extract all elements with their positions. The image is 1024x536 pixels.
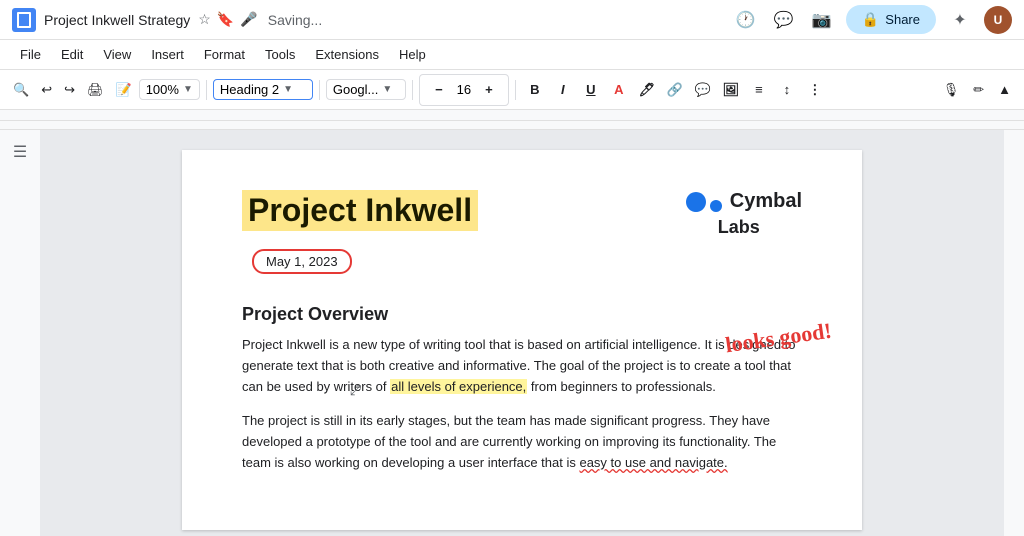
italic-btn[interactable]: I <box>550 77 576 103</box>
cymbal-name: Cymbal <box>730 190 802 213</box>
para1-end: from beginners to professionals. <box>527 379 716 394</box>
comment-btn[interactable]: 💬 <box>690 77 716 103</box>
menu-format[interactable]: Format <box>196 45 253 64</box>
doc-header: Project Inkwell May 1, 2023 Cymbal <box>242 190 802 274</box>
menu-bar: File Edit View Insert Format Tools Exten… <box>0 40 1024 70</box>
dot-small <box>710 200 722 212</box>
doc-title-section: Project Inkwell May 1, 2023 <box>242 190 478 274</box>
gemini-icon[interactable]: ✦ <box>946 6 974 34</box>
section-heading: Project Overview <box>242 304 802 325</box>
text-color-btn[interactable]: A <box>606 77 632 103</box>
font-value: Googl... <box>333 82 379 97</box>
menu-extensions[interactable]: Extensions <box>307 45 387 64</box>
menu-help[interactable]: Help <box>391 45 434 64</box>
menu-file[interactable]: File <box>12 45 49 64</box>
cymbal-logo: Cymbal Labs <box>686 190 802 238</box>
menu-view[interactable]: View <box>95 45 139 64</box>
more-btn[interactable]: ⋮ <box>802 77 828 103</box>
toolbar-right: 🎙 ✏ ▲ <box>938 78 1016 102</box>
heading-chevron: ▼ <box>283 84 293 95</box>
paragraph-1: Project Inkwell is a new type of writing… <box>242 335 802 397</box>
pencil-btn[interactable]: ✏ <box>968 78 989 102</box>
expand-icon[interactable]: ⤢ <box>350 382 361 399</box>
font-size-increase-btn[interactable]: + <box>476 77 502 103</box>
dot-large <box>686 192 706 212</box>
heading-select[interactable]: Heading 2 ▼ <box>213 79 313 100</box>
cymbal-dots <box>686 192 722 212</box>
avatar[interactable]: U <box>984 6 1012 34</box>
share-button[interactable]: 🔒 Share <box>846 5 936 34</box>
main-content: ☰ Project Inkwell May 1, 2023 <box>0 130 1024 536</box>
align-btn[interactable]: ≡ <box>746 77 772 103</box>
star-icon[interactable]: ☆ <box>198 11 211 28</box>
toolbar-separator-3 <box>412 80 413 100</box>
zoom-value: 100% <box>146 82 179 97</box>
underline-btn[interactable]: U <box>578 77 604 103</box>
camera-icon[interactable]: 📷 <box>808 6 836 34</box>
font-chevron: ▼ <box>382 84 392 95</box>
font-select[interactable]: Googl... ▼ <box>326 79 406 100</box>
search-toolbar-btn[interactable]: 🔍 <box>8 78 34 102</box>
link-btn[interactable]: 🔗 <box>662 77 688 103</box>
title-bar-icons: ☆ 🔖 🎤 Saving... <box>198 11 322 28</box>
zoom-select[interactable]: 100% ▼ <box>139 79 200 100</box>
cymbal-logo-top: Cymbal <box>686 190 802 213</box>
history-icon[interactable]: 🕐 <box>732 6 760 34</box>
ruler-line <box>0 120 1024 121</box>
toolbar-separator-1 <box>206 80 207 100</box>
voice-icon[interactable]: 🎤 <box>240 11 257 28</box>
cymbal-sub-container: Labs <box>686 217 760 238</box>
chat-icon[interactable]: 💬 <box>770 6 798 34</box>
print-btn[interactable]: 🖨 <box>82 78 109 102</box>
toolbar: 🔍 ↩ ↪ 🖨 📝 100% ▼ Heading 2 ▼ Googl... ▼ … <box>0 70 1024 110</box>
left-sidebar: ☰ <box>0 130 40 536</box>
title-bar-right: 🕐 💬 📷 🔒 Share ✦ U <box>732 5 1012 34</box>
right-sidebar <box>1004 130 1024 536</box>
cymbal-sub: Labs <box>718 217 760 237</box>
toolbar-separator-2 <box>319 80 320 100</box>
highlight-btn[interactable]: 🖊 <box>634 77 660 103</box>
bookmark-icon[interactable]: 🔖 <box>217 11 234 28</box>
zoom-chevron: ▼ <box>183 84 193 95</box>
font-size-group: − 16 + <box>419 74 509 106</box>
redo-btn[interactable]: ↪ <box>59 78 80 102</box>
bold-btn[interactable]: B <box>522 77 548 103</box>
document-area[interactable]: Project Inkwell May 1, 2023 Cymbal <box>40 130 1004 536</box>
ruler <box>0 110 1024 130</box>
paragraph-2: The project is still in its early stages… <box>242 411 802 473</box>
underlined-text: easy to use and navigate. <box>579 455 727 470</box>
doc-icon <box>12 8 36 32</box>
document-page: Project Inkwell May 1, 2023 Cymbal <box>182 150 862 530</box>
spellcheck-btn[interactable]: 📝 <box>111 78 137 102</box>
voice-input-btn[interactable]: 🎙 <box>938 78 965 102</box>
font-size-decrease-btn[interactable]: − <box>426 77 452 103</box>
image-btn[interactable]: 🖼 <box>718 77 744 103</box>
heading-value: Heading 2 <box>220 82 279 97</box>
toolbar-separator-4 <box>515 80 516 100</box>
doc-title[interactable]: Project Inkwell Strategy <box>44 12 190 28</box>
saving-indicator: Saving... <box>268 12 322 28</box>
lock-icon: 🔒 <box>862 11 879 28</box>
highlighted-text: all levels of experience, <box>390 379 527 394</box>
section-overview: Project Overview Project Inkwell is a ne… <box>242 304 802 474</box>
menu-insert[interactable]: Insert <box>143 45 192 64</box>
menu-tools[interactable]: Tools <box>257 45 303 64</box>
doc-main-title: Project Inkwell <box>242 190 478 241</box>
outline-icon[interactable]: ☰ <box>13 142 27 162</box>
menu-edit[interactable]: Edit <box>53 45 91 64</box>
doc-date: May 1, 2023 <box>252 249 352 274</box>
undo-btn[interactable]: ↩ <box>36 78 57 102</box>
collapse-toolbar-btn[interactable]: ▲ <box>993 78 1016 101</box>
share-label: Share <box>885 12 920 27</box>
title-bar: Project Inkwell Strategy ☆ 🔖 🎤 Saving...… <box>0 0 1024 40</box>
font-size-value[interactable]: 16 <box>454 82 474 97</box>
line-spacing-btn[interactable]: ↕ <box>774 77 800 103</box>
